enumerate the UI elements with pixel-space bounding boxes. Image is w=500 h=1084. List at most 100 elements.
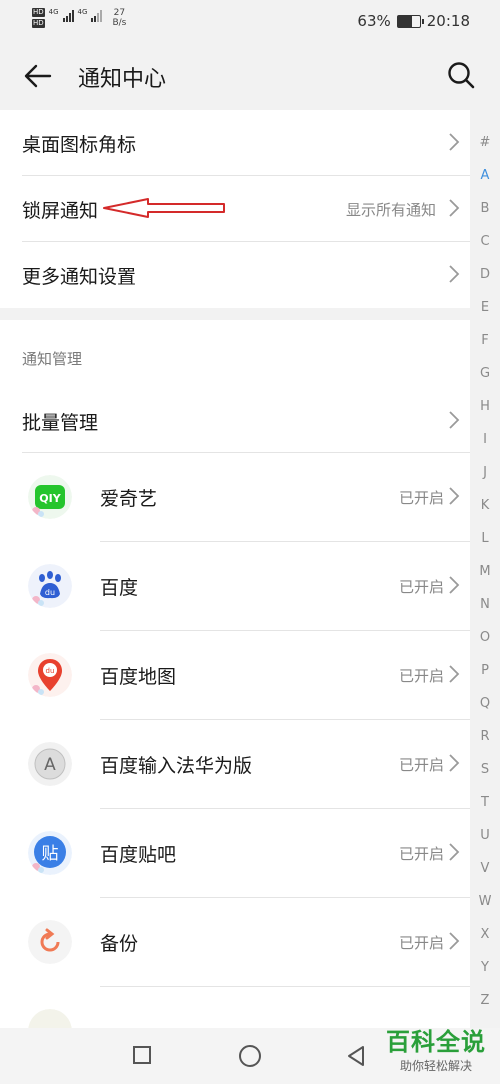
batch-manage-row[interactable]: 批量管理 bbox=[0, 388, 470, 454]
signal-icon bbox=[62, 8, 74, 22]
app-status: 已开启 bbox=[398, 845, 444, 863]
iqiyi-icon: QIY bbox=[28, 475, 72, 519]
setting-desktop-badge[interactable]: 桌面图标角标 bbox=[0, 110, 470, 176]
app-status: 已开启 bbox=[398, 756, 444, 774]
chevron-right-icon bbox=[449, 411, 460, 429]
index-letter[interactable]: U bbox=[470, 819, 500, 852]
back-arrow-icon[interactable] bbox=[22, 60, 54, 92]
network-label: 4G bbox=[77, 8, 88, 16]
index-letter[interactable]: L bbox=[470, 522, 500, 555]
setting-label: 桌面图标角标 bbox=[22, 134, 137, 156]
hd-badge: HD bbox=[32, 8, 45, 17]
back-triangle-icon[interactable] bbox=[345, 1044, 367, 1068]
setting-value: 显示所有通知 bbox=[345, 201, 436, 219]
index-letter[interactable]: D bbox=[470, 258, 500, 291]
index-letter[interactable]: I bbox=[470, 423, 500, 456]
index-letter[interactable]: W bbox=[470, 885, 500, 918]
hd-badge: HD bbox=[32, 19, 45, 28]
tieba-icon: 贴 bbox=[28, 831, 72, 875]
app-status: 已开启 bbox=[398, 934, 444, 952]
index-letter[interactable]: C bbox=[470, 225, 500, 258]
speed-value: 27 bbox=[113, 8, 126, 18]
search-icon[interactable] bbox=[446, 60, 476, 90]
chevron-right-icon bbox=[449, 199, 460, 217]
clock: 20:18 bbox=[426, 12, 470, 30]
setting-more[interactable]: 更多通知设置 bbox=[0, 242, 470, 308]
index-letter[interactable]: X bbox=[470, 918, 500, 951]
battery-icon bbox=[396, 14, 424, 28]
index-letter[interactable]: H bbox=[470, 390, 500, 423]
backup-icon bbox=[28, 920, 72, 964]
svg-text:du: du bbox=[46, 667, 55, 675]
annotation-arrow-icon bbox=[103, 198, 225, 218]
app-row-baidu-ime[interactable]: A 百度输入法华为版 已开启 bbox=[0, 720, 470, 809]
app-name: 备份 bbox=[100, 933, 139, 955]
svg-text:du: du bbox=[45, 588, 55, 597]
index-letter[interactable]: P bbox=[470, 654, 500, 687]
setting-lock-screen[interactable]: 锁屏通知 显示所有通知 bbox=[0, 176, 470, 242]
index-letter[interactable]: O bbox=[470, 621, 500, 654]
watermark-logo: 百科全说 助你轻松解决 bbox=[386, 1022, 486, 1074]
setting-label: 锁屏通知 bbox=[22, 200, 99, 222]
index-letter[interactable]: B bbox=[470, 192, 500, 225]
notification-settings-card: 桌面图标角标 锁屏通知 显示所有通知 更多通知设置 bbox=[0, 110, 470, 308]
chevron-right-icon bbox=[449, 665, 460, 683]
baidu-ime-icon: A bbox=[28, 742, 72, 786]
chevron-right-icon bbox=[449, 133, 460, 151]
app-name: 百度 bbox=[100, 577, 139, 599]
page-title: 通知中心 bbox=[78, 67, 167, 92]
index-letter[interactable]: # bbox=[470, 126, 500, 159]
setting-label: 更多通知设置 bbox=[22, 266, 137, 288]
app-row-backup[interactable]: 备份 已开启 bbox=[0, 898, 470, 987]
section-title: 通知管理 bbox=[22, 350, 83, 368]
battery-percent: 63% bbox=[357, 12, 391, 30]
app-row-tieba[interactable]: 贴 百度贴吧 已开启 bbox=[0, 809, 470, 898]
app-name: 百度地图 bbox=[100, 666, 177, 688]
watermark-title: 百科全说 bbox=[386, 1028, 486, 1056]
notification-manage-card: 通知管理 批量管理 QIY 爱奇艺 已开启 du 百度 已开启 du 百度地图 … bbox=[0, 320, 470, 1084]
index-letter[interactable]: Y bbox=[470, 951, 500, 984]
index-letter[interactable]: G bbox=[470, 357, 500, 390]
svg-text:贴: 贴 bbox=[42, 844, 59, 864]
index-letter[interactable]: J bbox=[470, 456, 500, 489]
app-name: 百度贴吧 bbox=[100, 844, 177, 866]
speed-unit: B/s bbox=[112, 18, 127, 28]
index-letter[interactable]: R bbox=[470, 720, 500, 753]
alphabet-index[interactable]: # A B C D E F G H I J K L M N O P Q R S T U V W X Y Z bbox=[470, 126, 500, 1017]
network-label: 4G bbox=[48, 8, 59, 16]
app-name: 爱奇艺 bbox=[100, 488, 158, 510]
chevron-right-icon bbox=[449, 576, 460, 594]
index-letter[interactable]: V bbox=[470, 852, 500, 885]
app-status: 已开启 bbox=[398, 667, 444, 685]
index-letter[interactable]: Z bbox=[470, 984, 500, 1017]
app-row-baidu[interactable]: du 百度 已开启 bbox=[0, 542, 470, 631]
home-icon[interactable] bbox=[239, 1045, 261, 1067]
watermark-subtitle: 助你轻松解决 bbox=[399, 1059, 472, 1073]
batch-manage-label: 批量管理 bbox=[22, 412, 99, 434]
app-row-baidu-map[interactable]: du 百度地图 已开启 bbox=[0, 631, 470, 720]
baidu-icon: du bbox=[28, 564, 72, 608]
index-letter[interactable]: T bbox=[470, 786, 500, 819]
app-status: 已开启 bbox=[398, 489, 444, 507]
recent-apps-icon[interactable] bbox=[133, 1046, 151, 1064]
chevron-right-icon bbox=[449, 487, 460, 505]
status-right: 63% 20:18 bbox=[357, 12, 470, 30]
index-letter[interactable]: E bbox=[470, 291, 500, 324]
app-name: 百度输入法华为版 bbox=[100, 755, 253, 777]
index-letter[interactable]: M bbox=[470, 555, 500, 588]
index-letter[interactable]: A bbox=[470, 159, 500, 192]
app-header: 通知中心 bbox=[0, 44, 500, 108]
status-bar: HD HD 4G 4G 27 B/s 63% 20:18 bbox=[0, 0, 500, 44]
chevron-right-icon bbox=[449, 754, 460, 772]
app-row-iqiyi[interactable]: QIY 爱奇艺 已开启 bbox=[0, 453, 470, 542]
index-letter[interactable]: S bbox=[470, 753, 500, 786]
svg-text:A: A bbox=[44, 755, 56, 775]
chevron-right-icon bbox=[449, 932, 460, 950]
index-letter[interactable]: Q bbox=[470, 687, 500, 720]
chevron-right-icon bbox=[449, 265, 460, 283]
baidu-map-icon: du bbox=[28, 653, 72, 697]
svg-text:QIY: QIY bbox=[39, 492, 61, 505]
index-letter[interactable]: N bbox=[470, 588, 500, 621]
index-letter[interactable]: F bbox=[470, 324, 500, 357]
index-letter[interactable]: K bbox=[470, 489, 500, 522]
